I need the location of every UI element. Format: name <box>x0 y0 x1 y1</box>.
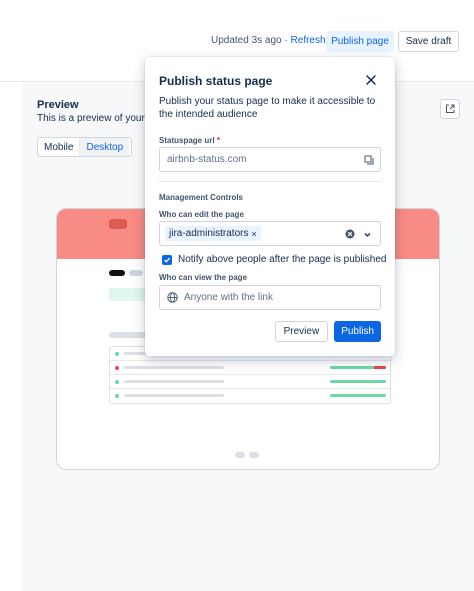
open-external-button[interactable] <box>440 99 460 119</box>
management-controls-title: Management Controls <box>159 193 244 202</box>
url-label-text: Statuspage url <box>159 136 215 145</box>
external-link-icon <box>446 104 455 113</box>
tab-desktop[interactable]: Desktop <box>79 138 130 156</box>
preview-button[interactable]: Preview <box>274 321 329 342</box>
editor-tag-label: jira-administrators <box>169 228 249 239</box>
view-placeholder: Anyone with the link <box>184 292 273 303</box>
preview-subheading-placeholder <box>129 270 143 276</box>
copy-button[interactable] <box>364 155 374 168</box>
list-item <box>110 361 390 375</box>
url-placeholder: airbnb-status.com <box>167 154 247 165</box>
editor-tag: jira-administrators × <box>165 226 261 241</box>
preview-logo <box>109 219 127 229</box>
update-status: Updated 3s ago · Refresh <box>211 35 326 46</box>
save-draft-button[interactable]: Save draft <box>398 31 459 52</box>
notify-checkbox[interactable] <box>162 254 172 265</box>
preview-heading-placeholder <box>109 270 125 276</box>
globe-icon <box>167 292 178 303</box>
globe-icon-wrap <box>167 292 178 303</box>
chevron-down-icon[interactable] <box>363 230 372 239</box>
list-item <box>110 389 390 403</box>
updated-text: Updated 3s ago <box>211 35 282 46</box>
section-divider <box>159 181 381 182</box>
dialog-description: Publish your status page to make it acce… <box>159 96 376 120</box>
check-icon <box>164 257 170 263</box>
preview-description: This is a preview of your p <box>37 113 154 124</box>
dialog-title: Publish status page <box>159 74 273 88</box>
editors-select[interactable]: jira-administrators × <box>159 221 381 246</box>
select-controls <box>345 229 372 239</box>
edit-label: Who can edit the page <box>159 210 244 219</box>
preview-status-banner <box>109 288 149 301</box>
list-item <box>110 375 390 389</box>
preview-title: Preview <box>37 99 79 111</box>
dialog-footer: Preview Publish <box>274 321 381 342</box>
statuspage-url-input[interactable]: airbnb-status.com <box>159 147 381 172</box>
tab-mobile[interactable]: Mobile <box>38 138 79 156</box>
notify-checkbox-row[interactable]: Notify above people after the page is pu… <box>162 254 386 265</box>
view-label: Who can view the page <box>159 273 248 282</box>
close-icon <box>366 75 376 85</box>
preview-pagination <box>235 452 259 458</box>
refresh-link[interactable]: Refresh <box>291 35 326 46</box>
publish-button[interactable]: Publish <box>334 321 381 342</box>
required-mark: * <box>216 136 220 145</box>
close-button[interactable] <box>364 73 378 87</box>
remove-tag-button[interactable]: × <box>251 229 256 239</box>
device-toggle: Mobile Desktop <box>37 137 132 157</box>
preview-section-placeholder <box>109 332 149 338</box>
url-label: Statuspage url * <box>159 136 220 145</box>
viewers-select[interactable]: Anyone with the link <box>159 285 381 310</box>
copy-icon <box>364 155 374 165</box>
separator: · <box>284 35 288 46</box>
publish-page-button[interactable]: Publish page <box>326 31 394 52</box>
notify-label: Notify above people after the page is pu… <box>178 254 387 265</box>
publish-dialog: Publish status page Publish your status … <box>145 57 395 356</box>
clear-icon[interactable] <box>345 229 355 239</box>
